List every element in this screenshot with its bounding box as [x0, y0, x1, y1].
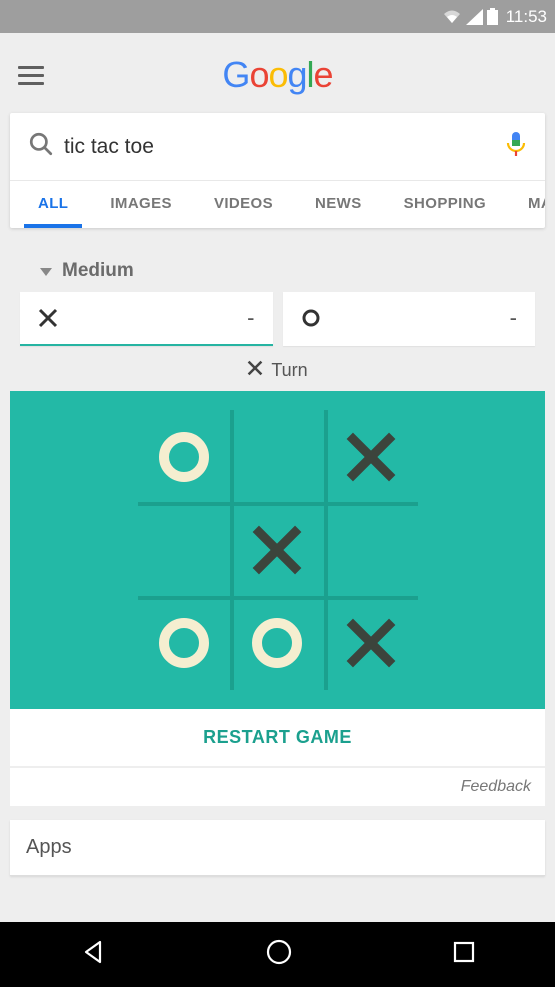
search-icon[interactable]: [28, 131, 54, 162]
score-o-value: -: [510, 305, 517, 331]
search-card: ALL IMAGES VIDEOS NEWS SHOPPING MA: [10, 113, 545, 228]
logo-letter: G: [222, 54, 249, 95]
tab-videos[interactable]: VIDEOS: [200, 181, 287, 228]
x-icon: [247, 360, 263, 381]
wifi-icon: [442, 9, 462, 25]
android-status-bar: 11:53: [0, 0, 555, 33]
cell-1-2[interactable]: [324, 503, 417, 596]
cell-0-2[interactable]: [324, 410, 417, 503]
score-row: - -: [10, 292, 545, 360]
google-logo: Google: [222, 54, 332, 96]
tab-shopping[interactable]: SHOPPING: [390, 181, 500, 228]
feedback-link[interactable]: Feedback: [10, 768, 545, 806]
cell-2-2[interactable]: [324, 597, 417, 690]
turn-indicator: Turn: [10, 360, 545, 391]
logo-letter: e: [314, 54, 333, 95]
cell-2-1[interactable]: [231, 597, 324, 690]
app-header: Google: [0, 33, 555, 105]
tictactoe-card: Medium - - Turn: [10, 238, 545, 806]
o-mark: [159, 618, 209, 668]
android-nav-bar: [0, 922, 555, 987]
x-mark: [348, 620, 394, 666]
logo-letter: o: [249, 54, 268, 95]
x-icon: [38, 308, 58, 328]
logo-letter: g: [288, 54, 307, 95]
home-icon[interactable]: [265, 938, 293, 971]
difficulty-dropdown[interactable]: Medium: [10, 238, 545, 292]
score-o-box: -: [283, 292, 536, 346]
x-mark: [254, 527, 300, 573]
o-icon: [301, 308, 321, 328]
x-mark: [348, 434, 394, 480]
chevron-down-icon: [40, 260, 52, 282]
game-board: [10, 391, 545, 709]
cell-1-1[interactable]: [231, 503, 324, 596]
difficulty-label: Medium: [62, 260, 134, 282]
apps-section-header[interactable]: Apps: [10, 820, 545, 876]
battery-icon: [487, 8, 498, 25]
search-input[interactable]: [54, 135, 505, 159]
clock-text: 11:53: [506, 7, 547, 27]
tab-news[interactable]: NEWS: [301, 181, 376, 228]
search-tabs: ALL IMAGES VIDEOS NEWS SHOPPING MA: [10, 181, 545, 228]
cell-1-0[interactable]: [138, 503, 231, 596]
cell-0-0[interactable]: [138, 410, 231, 503]
tab-maps[interactable]: MA: [514, 181, 545, 228]
cell-0-1[interactable]: [231, 410, 324, 503]
back-icon[interactable]: [80, 939, 106, 970]
logo-letter: o: [268, 54, 287, 95]
cell-2-0[interactable]: [138, 597, 231, 690]
o-mark: [252, 618, 302, 668]
cell-signal-icon: [466, 9, 483, 25]
menu-icon[interactable]: [18, 62, 44, 88]
mic-icon[interactable]: [505, 131, 527, 162]
turn-label: Turn: [271, 360, 307, 381]
tab-all[interactable]: ALL: [24, 181, 82, 228]
o-mark: [159, 432, 209, 482]
score-x-box: -: [20, 292, 273, 346]
score-x-value: -: [247, 305, 254, 331]
restart-button[interactable]: RESTART GAME: [10, 709, 545, 766]
search-row: [10, 113, 545, 181]
tab-images[interactable]: IMAGES: [96, 181, 186, 228]
recents-icon[interactable]: [452, 940, 476, 969]
